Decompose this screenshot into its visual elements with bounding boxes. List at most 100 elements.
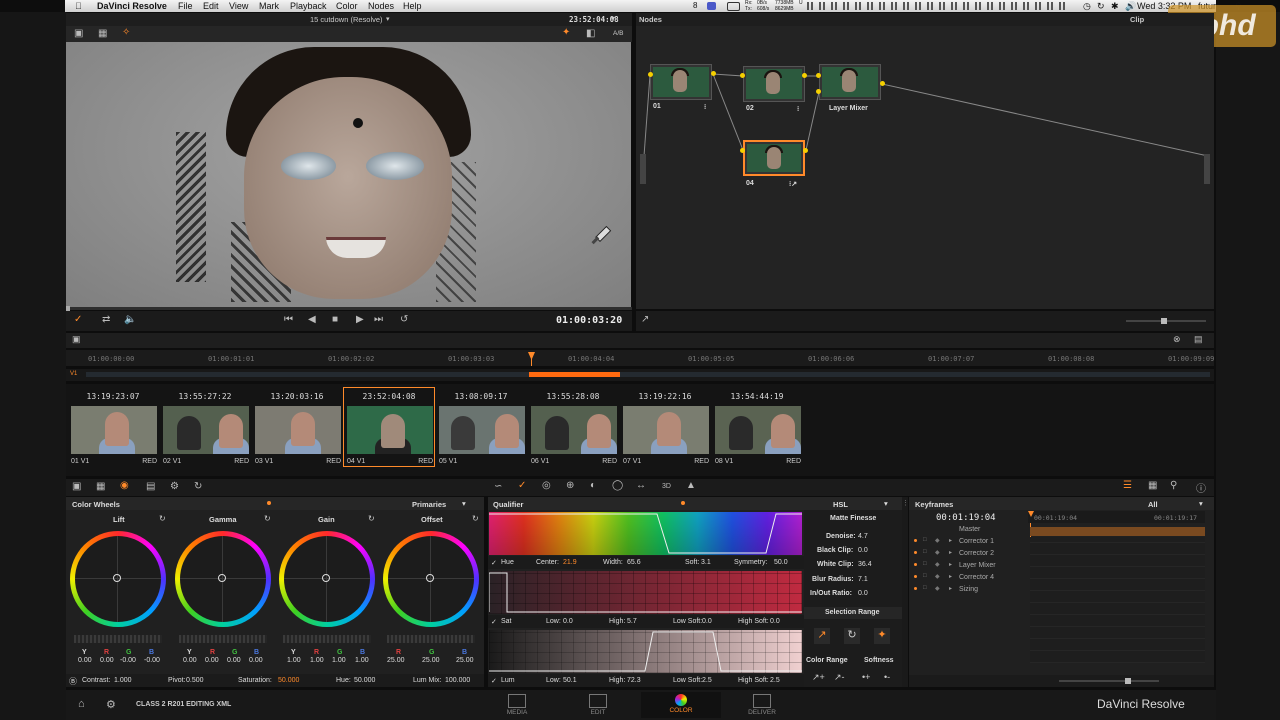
eyedropper-icon[interactable]: ↗: [641, 314, 649, 325]
lift-master-slider[interactable]: [74, 635, 162, 643]
gamma-master-slider[interactable]: [179, 635, 267, 643]
expand-arrow-icon[interactable]: ▸: [949, 585, 952, 592]
clip-thumbnail[interactable]: 13:19:22:16 07 V1 RED: [620, 388, 710, 466]
node-01-output[interactable]: [711, 71, 716, 76]
qualifier-mode-dropdown[interactable]: HSL: [833, 500, 848, 509]
menu-nodes[interactable]: Nodes: [368, 1, 394, 11]
softness-add-icon[interactable]: •+: [862, 672, 870, 682]
reset-icon[interactable]: ↻: [264, 514, 271, 523]
chevron-down-icon[interactable]: ▾: [611, 14, 615, 23]
play-icon[interactable]: ▶: [356, 314, 364, 325]
lift-y-value[interactable]: 0.00: [78, 657, 92, 664]
keyframe-track-corrector-2[interactable]: Corrector 2: [959, 550, 994, 557]
timeline-view-icon[interactable]: ▣: [72, 334, 81, 345]
clock-icon[interactable]: ◷: [1083, 1, 1091, 12]
lift-wheel-knob[interactable]: [113, 574, 121, 582]
app-name[interactable]: DaVinci Resolve: [97, 1, 167, 11]
page-edit-button[interactable]: EDIT: [558, 692, 638, 718]
page-media-button[interactable]: MEDIA: [477, 692, 557, 718]
gain-r-value[interactable]: 1.00: [310, 657, 324, 664]
menu-view[interactable]: View: [229, 1, 248, 11]
gain-wheel-knob[interactable]: [322, 574, 330, 582]
offset-r-value[interactable]: 25.00: [387, 657, 405, 664]
home-icon[interactable]: ⌂: [78, 698, 85, 710]
node-02-output[interactable]: [802, 73, 807, 78]
node-input-handle[interactable]: [640, 154, 646, 184]
highlight-mode-icon[interactable]: ✦: [562, 27, 570, 38]
menu-file[interactable]: File: [178, 1, 193, 11]
sat-enable-checkbox[interactable]: ✓: [491, 618, 497, 626]
grid-icon[interactable]: ▦: [96, 481, 105, 492]
lock-icon[interactable]: □: [923, 561, 927, 567]
window-icon[interactable]: ◎: [542, 480, 551, 491]
blur-radius-value[interactable]: 7.1: [858, 576, 868, 583]
hue-width-value[interactable]: 65.6: [627, 559, 641, 566]
lum-high-soft-value[interactable]: 2.5: [770, 677, 780, 684]
keyframe-ruler[interactable]: 00:01:19:04 00:01:19:17: [1028, 511, 1205, 523]
go-to-start-icon[interactable]: ⏮: [284, 314, 293, 325]
clip-strip[interactable]: 13:19:23:07 01 V1 RED 13:55:27:22 02 V1 …: [66, 384, 1214, 476]
expand-arrow-icon[interactable]: ▸: [949, 537, 952, 544]
app-status-icon[interactable]: [707, 2, 716, 10]
current-clip-segment[interactable]: [529, 372, 620, 377]
page-deliver-button[interactable]: DELIVER: [722, 692, 802, 718]
layer-mixer-input-1[interactable]: [816, 73, 821, 78]
clip-thumbnail[interactable]: 13:54:44:19 08 V1 RED: [712, 388, 802, 466]
lift-r-value[interactable]: 0.00: [100, 657, 114, 664]
keyframe-list-icon[interactable]: ☰: [1123, 480, 1132, 491]
sat-qualifier-curve[interactable]: [489, 571, 802, 614]
in-out-ratio-value[interactable]: 0.0: [858, 590, 868, 597]
pick-invert-icon[interactable]: ↻: [844, 628, 860, 644]
lift-g-value[interactable]: -0.00: [120, 657, 136, 664]
sizing-icon[interactable]: ↔: [636, 480, 646, 491]
layer-mixer-input-2[interactable]: [816, 89, 821, 94]
offset-wheel[interactable]: [383, 531, 479, 627]
keyframe-zoom-slider[interactable]: [1059, 678, 1159, 684]
offset-master-slider[interactable]: [387, 635, 475, 643]
black-clip-value[interactable]: 0.0: [858, 547, 868, 554]
sat-low-soft-value[interactable]: 0.0: [702, 618, 712, 625]
chevron-down-icon[interactable]: ▾: [884, 499, 888, 508]
nodes-mode-clip[interactable]: Clip: [1130, 15, 1144, 24]
node-04[interactable]: [743, 140, 805, 176]
play-reverse-icon[interactable]: ◀: [308, 314, 316, 325]
clip-thumbnail[interactable]: 13:55:28:08 06 V1 RED: [528, 388, 618, 466]
node-01[interactable]: [650, 64, 712, 100]
chevron-down-icon[interactable]: ▾: [386, 15, 390, 23]
menu-mark[interactable]: Mark: [259, 1, 279, 11]
menu-playback[interactable]: Playback: [290, 1, 327, 11]
saturation-value[interactable]: 50.000: [278, 677, 299, 684]
key-icon[interactable]: ◯: [612, 480, 623, 491]
sat-low-value[interactable]: 0.0: [563, 618, 573, 625]
settings-gear-icon[interactable]: ⚙: [106, 698, 116, 711]
pivot-value[interactable]: 0.500: [186, 677, 204, 684]
highlight-icon[interactable]: ✧: [122, 27, 130, 38]
keyframe-track-corrector-1[interactable]: Corrector 1: [959, 538, 994, 545]
single-viewer-icon[interactable]: ▣: [74, 28, 83, 39]
master-keyframe-track[interactable]: [1030, 527, 1205, 536]
keyframe-tracks[interactable]: [1030, 537, 1205, 663]
chevron-down-icon[interactable]: ▾: [462, 499, 466, 508]
stereo-3d-icon[interactable]: 3D: [662, 483, 671, 490]
offset-g-value[interactable]: 25.00: [422, 657, 440, 664]
tracker-icon[interactable]: ⊕: [566, 480, 574, 491]
timeline-options-icon[interactable]: ⊗: [1173, 334, 1181, 345]
contrast-value[interactable]: 1.000: [114, 677, 132, 684]
wheels-mode-dropdown[interactable]: Primaries: [412, 500, 446, 509]
keyframe-track-master[interactable]: Master: [959, 526, 980, 533]
auto-balance-icon[interactable]: Ⓑ: [69, 676, 77, 687]
clip-thumbnail[interactable]: 13:08:09:17 05 V1: [436, 388, 526, 466]
node-01-input[interactable]: [648, 72, 653, 77]
keyframe-grid-icon[interactable]: ▦: [1148, 480, 1157, 491]
lock-icon[interactable]: □: [923, 573, 927, 579]
gallery-toggle-icon[interactable]: ▣: [72, 481, 81, 492]
keyframe-track-sizing[interactable]: Sizing: [959, 586, 978, 593]
timeline-settings-icon[interactable]: ▤: [1194, 334, 1203, 345]
keyframe-diamond-icon[interactable]: ◆: [935, 573, 940, 580]
lum-low-soft-value[interactable]: 2.5: [702, 677, 712, 684]
keyframe-diamond-icon[interactable]: ◆: [935, 549, 940, 556]
menu-color[interactable]: Color: [336, 1, 358, 11]
gamma-g-value[interactable]: 0.00: [227, 657, 241, 664]
node-output-handle[interactable]: [1204, 154, 1210, 184]
reset-icon[interactable]: ↻: [472, 514, 479, 523]
